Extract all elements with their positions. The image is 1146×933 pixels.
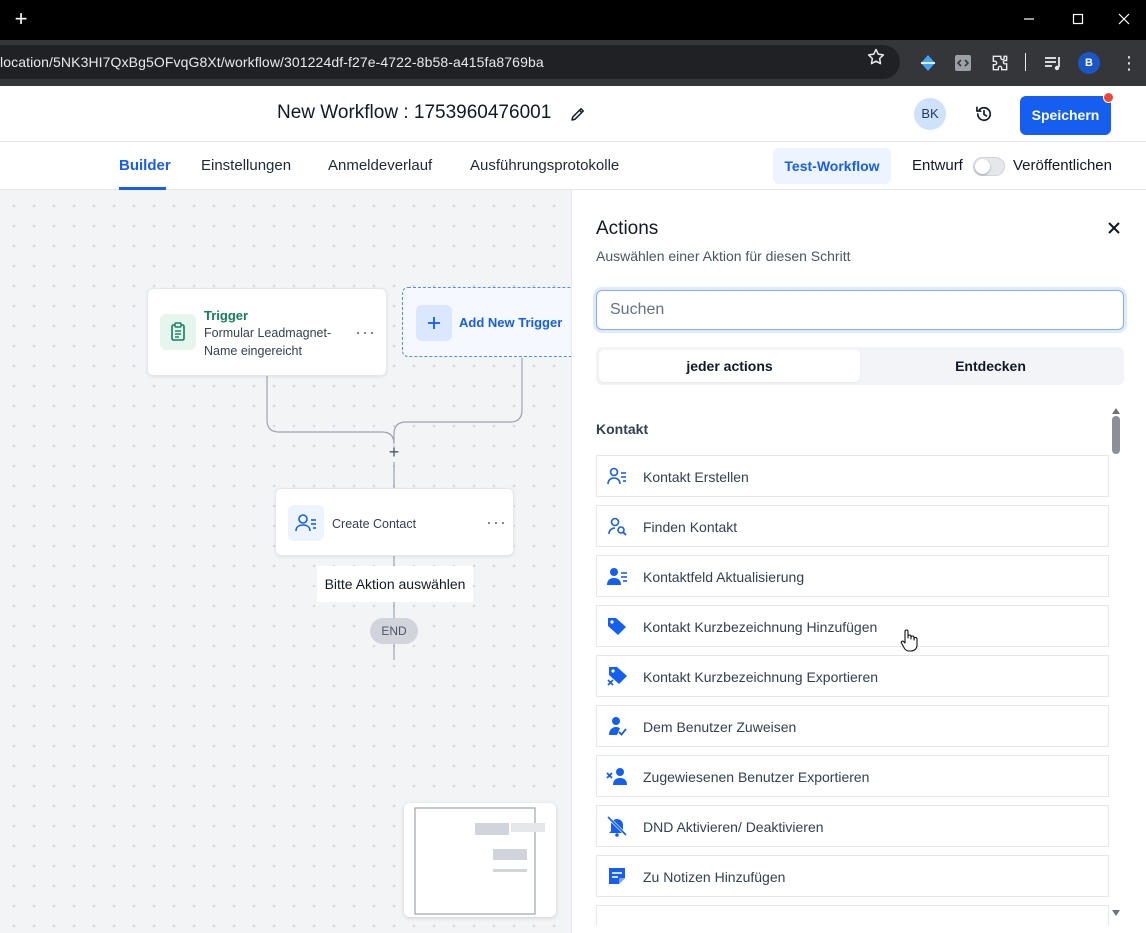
note-icon bbox=[606, 865, 628, 887]
browser-menu-icon[interactable]: ⋮ bbox=[1120, 51, 1138, 75]
create-contact-label: Create Contact bbox=[332, 517, 417, 531]
url-text: location/5NK3HI7QxBg5OFvqG8Xt/workflow/3… bbox=[0, 54, 544, 70]
action-add-contact-tag[interactable]: Kontakt Kurzbezeichnung Hinzufügen bbox=[596, 605, 1109, 647]
history-icon[interactable] bbox=[974, 104, 994, 124]
hand-cursor-icon bbox=[899, 628, 919, 652]
tab-anmeldeverlauf[interactable]: Anmeldeverlauf bbox=[328, 157, 432, 174]
add-new-trigger-node[interactable]: Add New Trigger bbox=[402, 287, 571, 357]
clipboard-icon bbox=[160, 314, 196, 350]
extension-code-icon[interactable] bbox=[953, 53, 973, 73]
end-node: END bbox=[370, 618, 418, 644]
user-avatar[interactable]: BK bbox=[914, 98, 946, 130]
action-label: Dem Benutzer Zuweisen bbox=[643, 719, 797, 735]
tab-all-actions[interactable]: jeder actions bbox=[599, 350, 860, 382]
add-step-plus-icon[interactable]: + bbox=[387, 442, 401, 462]
user-check-icon bbox=[606, 715, 628, 737]
trigger-title: Trigger bbox=[204, 308, 249, 323]
scroll-up-arrow-icon[interactable] bbox=[1112, 402, 1120, 414]
tab-ausfuehrungsprotokolle[interactable]: Ausführungsprotokolle bbox=[470, 157, 619, 174]
action-label: Kontakt Erstellen bbox=[643, 469, 749, 485]
browser-toolbar: location/5NK3HI7QxBg5OFvqG8Xt/workflow/3… bbox=[0, 40, 1146, 86]
action-label: Zugewiesenen Benutzer Exportieren bbox=[643, 769, 870, 785]
action-filter-tabs: jeder actions Entdecken bbox=[596, 347, 1124, 385]
save-button[interactable]: Speichern bbox=[1020, 96, 1111, 135]
action-list: Kontakt Erstellen Finden Kontakt Kontakt… bbox=[596, 455, 1109, 933]
trigger-more-icon[interactable]: ··· bbox=[355, 323, 376, 341]
minimize-button[interactable] bbox=[1014, 8, 1044, 30]
bell-off-icon bbox=[606, 815, 628, 837]
section-heading-contact: Kontakt bbox=[596, 421, 649, 437]
close-panel-icon[interactable] bbox=[1105, 219, 1123, 237]
action-item-partial[interactable] bbox=[596, 905, 1109, 925]
action-toggle-dnd[interactable]: DND Aktivieren/ Deaktivieren bbox=[596, 805, 1109, 847]
profile-avatar[interactable]: B bbox=[1078, 52, 1100, 74]
trigger-desc-line1: Formular Leadmagnet- bbox=[204, 326, 332, 340]
browser-titlebar: + bbox=[0, 0, 1146, 40]
publish-label: Veröffentlichen bbox=[1013, 157, 1112, 174]
panel-title: Actions bbox=[596, 218, 659, 239]
extension-diamond-icon[interactable] bbox=[918, 53, 938, 73]
action-label: Zu Notizen Hinzufügen bbox=[643, 869, 786, 885]
unsaved-indicator-dot bbox=[1103, 92, 1114, 103]
media-control-icon[interactable] bbox=[1043, 53, 1063, 73]
app-header: New Workflow : 1753960476001 BK Speicher… bbox=[0, 86, 1146, 142]
toolbar-separator bbox=[1025, 53, 1026, 71]
user-search-icon bbox=[606, 515, 628, 537]
user-lines-icon bbox=[606, 465, 628, 487]
action-label: Finden Kontakt bbox=[643, 519, 738, 535]
publish-toggle[interactable] bbox=[973, 157, 1005, 176]
trigger-desc-line2: Name eingereicht bbox=[204, 344, 302, 358]
workflow-canvas[interactable]: + Trigger Formular Leadmagnet- Name eing… bbox=[0, 190, 571, 933]
actions-panel: Actions Auswählen einer Aktion für diese… bbox=[571, 190, 1146, 933]
action-export-contact-tag[interactable]: Kontakt Kurzbezeichnung Exportieren bbox=[596, 655, 1109, 697]
tag-x-icon bbox=[606, 665, 628, 687]
scrollbar[interactable] bbox=[1110, 402, 1122, 916]
workflow-title: New Workflow : 1753960476001 bbox=[277, 102, 552, 123]
toggle-knob bbox=[975, 159, 990, 174]
minimap-preview bbox=[414, 807, 545, 915]
address-bar[interactable]: location/5NK3HI7QxBg5OFvqG8Xt/workflow/3… bbox=[0, 45, 900, 79]
plus-icon bbox=[416, 305, 452, 341]
action-add-to-notes[interactable]: Zu Notizen Hinzufügen bbox=[596, 855, 1109, 897]
scrollbar-thumb[interactable] bbox=[1112, 416, 1120, 454]
edit-pencil-icon[interactable] bbox=[569, 105, 587, 123]
panel-subtitle: Auswählen einer Aktion für diesen Schrit… bbox=[596, 248, 851, 264]
action-label: DND Aktivieren/ Deaktivieren bbox=[643, 819, 824, 835]
tab-discover[interactable]: Entdecken bbox=[860, 350, 1121, 382]
maximize-button[interactable] bbox=[1063, 8, 1093, 30]
action-create-contact[interactable]: Kontakt Erstellen bbox=[596, 455, 1109, 497]
action-update-contact-field[interactable]: Kontaktfeld Aktualisierung bbox=[596, 555, 1109, 597]
draft-label: Entwurf bbox=[912, 157, 963, 174]
add-trigger-label: Add New Trigger bbox=[459, 315, 563, 330]
user-fill-lines-icon bbox=[606, 565, 628, 587]
action-label: Kontakt Kurzbezeichnung Exportieren bbox=[643, 669, 879, 685]
new-tab-button[interactable]: + bbox=[10, 6, 32, 32]
search-input[interactable] bbox=[596, 290, 1124, 330]
tag-icon bbox=[606, 615, 628, 637]
extensions-puzzle-icon[interactable] bbox=[990, 53, 1010, 73]
select-action-hint: Bitte Aktion auswählen bbox=[317, 566, 473, 602]
action-find-contact[interactable]: Finden Kontakt bbox=[596, 505, 1109, 547]
tab-einstellungen[interactable]: Einstellungen bbox=[201, 157, 291, 174]
user-x-icon bbox=[606, 765, 628, 787]
action-label: Kontaktfeld Aktualisierung bbox=[643, 569, 805, 585]
test-workflow-button[interactable]: Test-Workflow bbox=[773, 148, 891, 184]
close-window-button[interactable] bbox=[1109, 8, 1139, 30]
action-assign-user[interactable]: Dem Benutzer Zuweisen bbox=[596, 705, 1109, 747]
user-lines-icon bbox=[288, 505, 324, 541]
scroll-down-arrow-icon[interactable] bbox=[1112, 904, 1120, 916]
tab-builder[interactable]: Builder bbox=[119, 157, 171, 174]
action-export-assigned-user[interactable]: Zugewiesenen Benutzer Exportieren bbox=[596, 755, 1109, 797]
create-contact-node[interactable]: Create Contact ··· bbox=[275, 488, 514, 556]
action-label: Kontakt Kurzbezeichnung Hinzufügen bbox=[643, 619, 878, 635]
workflow-tabs: Builder Einstellungen Anmeldeverlauf Aus… bbox=[0, 142, 1146, 190]
bookmark-star-icon[interactable] bbox=[866, 47, 888, 67]
trigger-node[interactable]: Trigger Formular Leadmagnet- Name einger… bbox=[147, 288, 387, 376]
action-more-icon[interactable]: ··· bbox=[486, 513, 507, 531]
minimap[interactable] bbox=[404, 803, 556, 917]
